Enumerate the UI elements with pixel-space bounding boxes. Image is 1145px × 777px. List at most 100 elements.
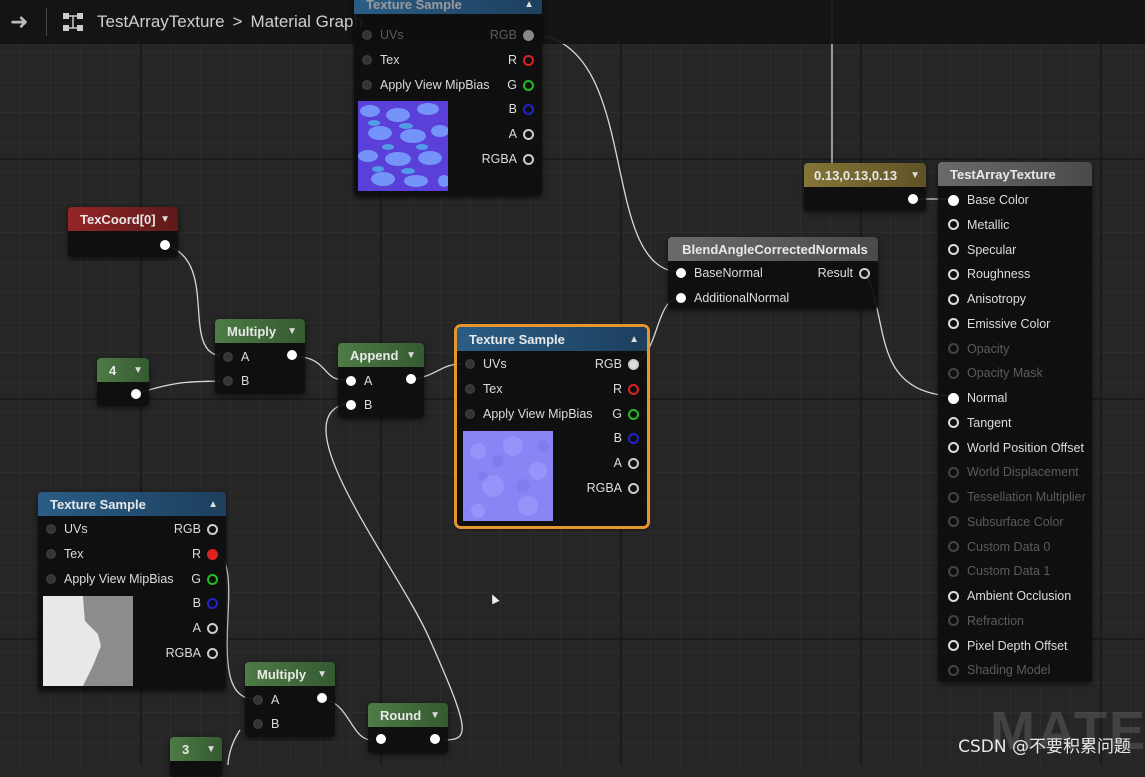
pin-connector-icon[interactable]: [948, 491, 959, 503]
pin-rgba[interactable]: RGBA: [482, 152, 534, 166]
pin-rgb[interactable]: RGB: [595, 357, 639, 371]
pin-connector-icon[interactable]: [948, 466, 959, 478]
pin-connector-icon[interactable]: [948, 664, 959, 676]
constant-vector-node[interactable]: 0.13,0.13,0.13 ▼: [804, 163, 926, 211]
pin-connector-icon[interactable]: [948, 367, 959, 379]
pin-output[interactable]: [131, 389, 141, 399]
pin-output[interactable]: [908, 194, 918, 204]
pin-input[interactable]: [376, 734, 386, 744]
result-pin[interactable]: Roughness: [948, 267, 1030, 281]
pin-connector-icon[interactable]: [948, 516, 959, 528]
result-pin[interactable]: Refraction: [948, 614, 1024, 628]
result-pin[interactable]: Metallic: [948, 218, 1009, 232]
result-pin[interactable]: Opacity Mask: [948, 366, 1043, 380]
chevron-down-icon[interactable]: ▼: [160, 214, 170, 225]
chevron-down-icon[interactable]: ▼: [430, 710, 440, 721]
pin-uvs[interactable]: UVs: [362, 28, 404, 42]
pin-connector-icon[interactable]: [948, 268, 959, 280]
result-pin[interactable]: Pixel Depth Offset: [948, 639, 1068, 653]
pin-g[interactable]: G: [191, 572, 218, 586]
pin-connector-icon[interactable]: [948, 343, 959, 354]
pin-connector-icon[interactable]: [948, 219, 959, 231]
pin-output[interactable]: [317, 693, 327, 703]
pin-rgb[interactable]: RGB: [174, 522, 218, 536]
multiply-node-1[interactable]: Multiply ▼ A B: [215, 319, 305, 394]
pin-connector-icon[interactable]: [948, 615, 959, 627]
pin-b[interactable]: B: [253, 717, 279, 731]
back-arrow-icon[interactable]: ➜: [10, 11, 32, 33]
collapse-caret-icon[interactable]: ▲: [629, 334, 639, 345]
pin-connector-icon[interactable]: [948, 417, 959, 429]
result-pin[interactable]: Tangent: [948, 416, 1011, 430]
texture-sample-node-bottom[interactable]: Texture Sample ▲ UVs Tex Apply View MipB…: [38, 492, 226, 690]
pin-connector-icon[interactable]: [948, 392, 959, 404]
blend-angle-corrected-normals-node[interactable]: BlendAngleCorrectedNormals BaseNormal Ad…: [668, 237, 878, 309]
pin-output[interactable]: [430, 734, 440, 744]
pin-g[interactable]: G: [507, 78, 534, 92]
result-pin[interactable]: Subsurface Color: [948, 515, 1064, 529]
pin-connector-icon[interactable]: [948, 541, 959, 552]
pin-connector-icon[interactable]: [948, 244, 959, 255]
result-pin[interactable]: World Displacement: [948, 465, 1079, 479]
pin-output[interactable]: [287, 350, 297, 360]
pin-mipbias[interactable]: Apply View MipBias: [46, 572, 174, 586]
pin-connector-icon[interactable]: [948, 640, 959, 651]
material-result-node[interactable]: TestArrayTexture Base Color Metallic Specu…: [938, 162, 1092, 682]
pin-g[interactable]: G: [612, 407, 639, 421]
pin-a[interactable]: A: [614, 456, 639, 470]
result-pin[interactable]: Custom Data 1: [948, 564, 1050, 578]
result-pin[interactable]: Anisotropy: [948, 292, 1026, 306]
result-pin[interactable]: Specular: [948, 243, 1016, 257]
chevron-down-icon[interactable]: ▼: [206, 744, 216, 755]
breadcrumb-graph[interactable]: Material Graph: [250, 12, 362, 32]
result-pin[interactable]: Base Color: [948, 193, 1029, 207]
constant-4-node[interactable]: 4 ▼: [97, 358, 149, 406]
result-pin[interactable]: Normal: [948, 391, 1007, 405]
pin-output[interactable]: [160, 240, 170, 250]
pin-b[interactable]: B: [193, 596, 218, 610]
pin-a[interactable]: A: [509, 127, 534, 141]
pin-result[interactable]: Result: [818, 266, 870, 280]
chevron-down-icon[interactable]: ▼: [133, 365, 143, 376]
pin-b[interactable]: B: [346, 398, 372, 412]
pin-a[interactable]: A: [193, 621, 218, 635]
result-pin[interactable]: Opacity: [948, 342, 1009, 356]
result-pin[interactable]: Shading Model: [948, 663, 1050, 677]
pin-r[interactable]: R: [192, 547, 218, 561]
pin-output[interactable]: [406, 374, 416, 384]
pin-connector-icon[interactable]: [948, 318, 959, 330]
chevron-down-icon[interactable]: ▼: [910, 170, 920, 181]
chevron-down-icon[interactable]: ▼: [317, 669, 327, 680]
round-node[interactable]: Round ▼: [368, 703, 448, 753]
pin-a[interactable]: A: [346, 374, 372, 388]
pin-b[interactable]: B: [223, 374, 249, 388]
pin-rgb[interactable]: RGB: [490, 28, 534, 42]
pin-connector-icon[interactable]: [948, 590, 959, 602]
pin-b[interactable]: B: [509, 102, 534, 116]
collapse-caret-icon[interactable]: ▲: [208, 499, 218, 510]
pin-mipbias[interactable]: Apply View MipBias: [465, 407, 593, 421]
pin-uvs[interactable]: UVs: [465, 357, 507, 371]
result-pin[interactable]: Ambient Occlusion: [948, 589, 1071, 603]
pin-connector-icon[interactable]: [948, 194, 959, 206]
result-pin[interactable]: Tessellation Multiplier: [948, 490, 1086, 504]
pin-a[interactable]: A: [223, 350, 249, 364]
pin-rgba[interactable]: RGBA: [166, 646, 218, 660]
pin-mipbias[interactable]: Apply View MipBias: [362, 78, 490, 92]
collapse-caret-icon[interactable]: ▲: [524, 0, 534, 10]
pin-tex[interactable]: Tex: [465, 382, 502, 396]
chevron-down-icon[interactable]: ▼: [406, 350, 416, 361]
texture-sample-node-top[interactable]: Texture Sample ▲ UVs Tex Apply View MipB…: [354, 0, 542, 196]
pin-a[interactable]: A: [253, 693, 279, 707]
result-pin[interactable]: Emissive Color: [948, 317, 1050, 331]
append-node[interactable]: Append ▼ A B: [338, 343, 424, 418]
breadcrumb-asset[interactable]: TestArrayTexture: [97, 12, 225, 32]
pin-b[interactable]: B: [614, 431, 639, 445]
pin-tex[interactable]: Tex: [46, 547, 83, 561]
pin-rgba[interactable]: RGBA: [587, 481, 639, 495]
multiply-node-2[interactable]: Multiply ▼ A B: [245, 662, 335, 737]
pin-uvs[interactable]: UVs: [46, 522, 88, 536]
chevron-down-icon[interactable]: ▼: [287, 326, 297, 337]
pin-r[interactable]: R: [508, 53, 534, 67]
texcoord-node[interactable]: TexCoord[0] ▼: [68, 207, 178, 257]
